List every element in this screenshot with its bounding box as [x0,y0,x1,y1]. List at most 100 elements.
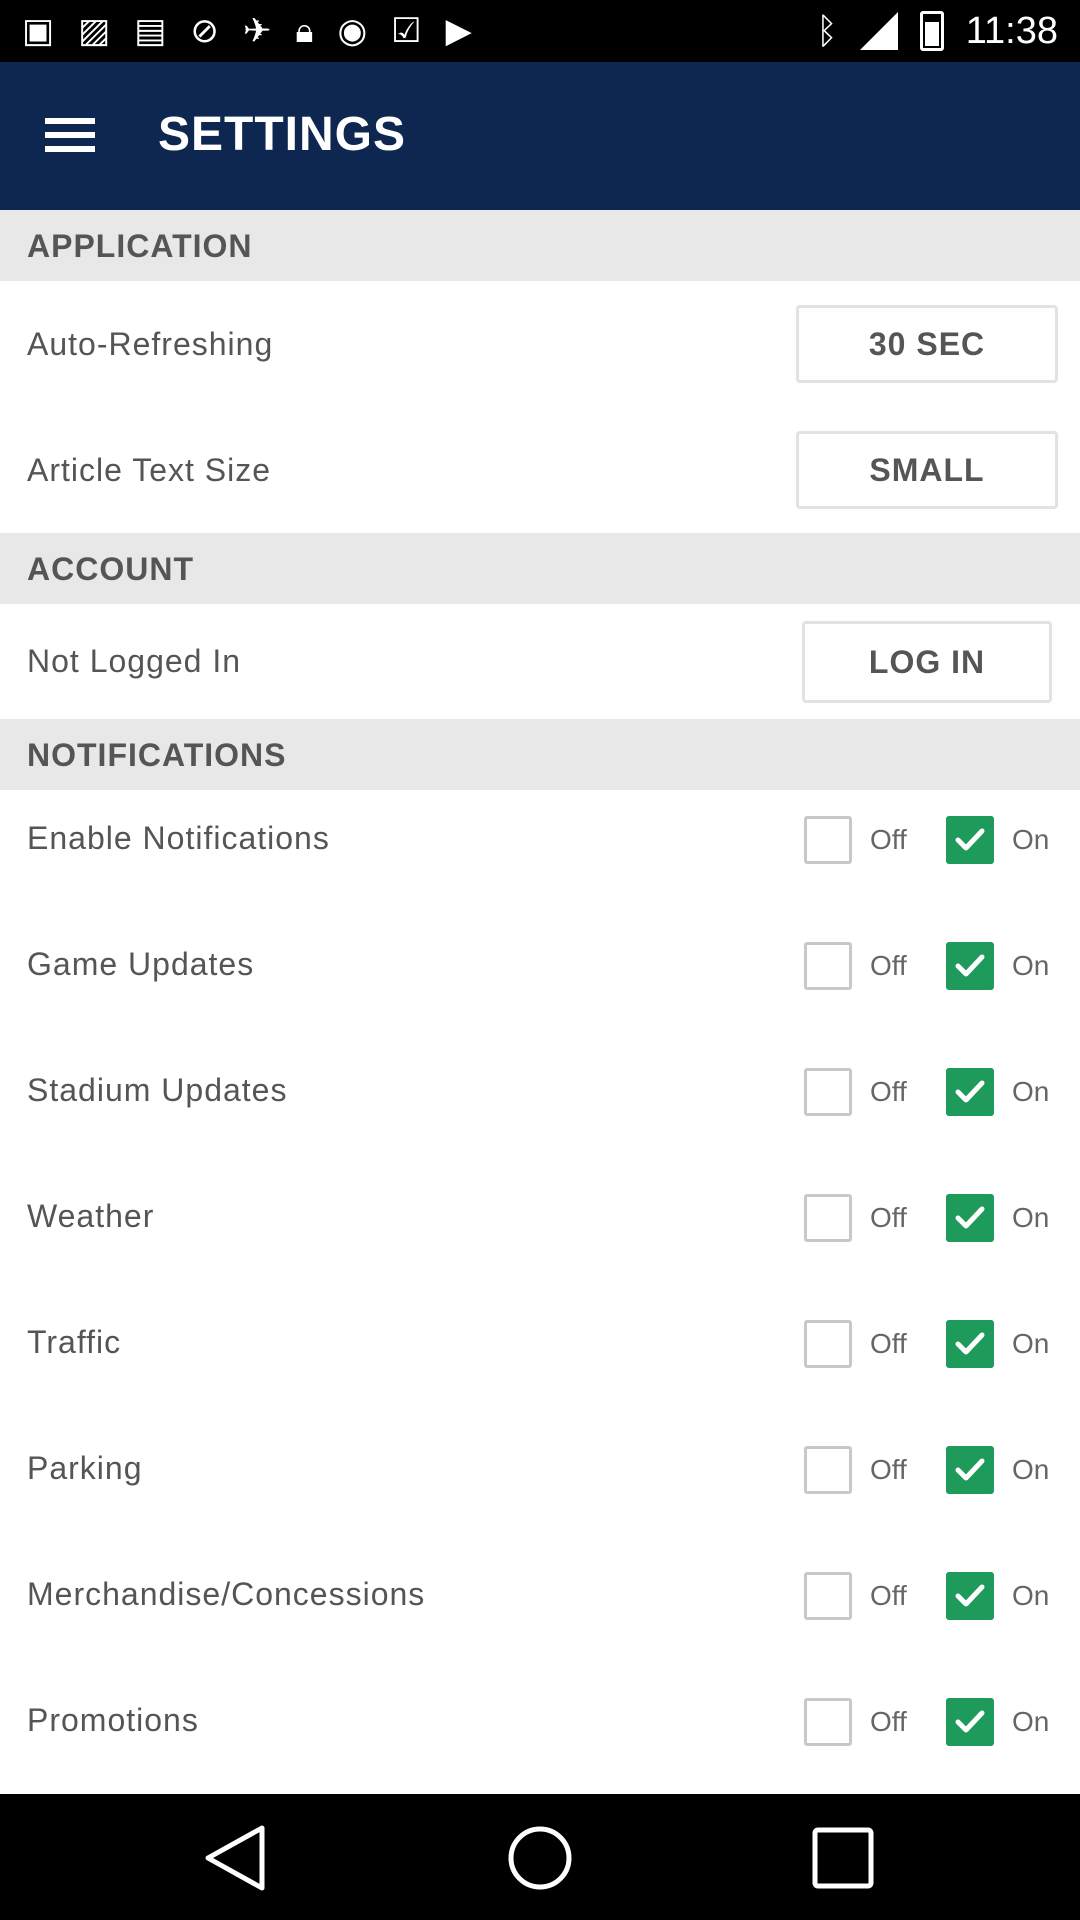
checkbox-box[interactable] [804,942,852,990]
notification-label: Enable Notifications [27,820,330,856]
signal-icon [859,12,898,50]
off-checkbox[interactable]: Off [804,1698,907,1746]
auto-refreshing-button[interactable]: 30 SEC [796,305,1058,383]
on-label: On [1012,824,1050,855]
off-label: Off [870,1076,907,1107]
status-bar: ▣ ▨ ▤ ⊘ ✈ 🔒︎ ◉ ☑ ▶ ᛒ 11:38 [0,0,1080,62]
off-label: Off [870,1454,907,1485]
off-label: Off [870,1706,907,1737]
checkbox-box[interactable] [804,1572,852,1620]
off-label: Off [870,1202,907,1233]
checkmark-icon [955,1458,985,1481]
checkbox-box[interactable] [804,1068,852,1116]
navigation-bar [0,1794,1080,1920]
bluetooth-icon: ᛒ [816,10,838,51]
notification-icons: ▣ ▨ ▤ ⊘ ✈ 🔒︎ ◉ ☑ ▶ [22,8,472,54]
on-label: On [1012,1076,1050,1107]
app-bar: SETTINGS [0,62,1080,210]
on-checkbox[interactable]: On [946,1068,1049,1116]
notification-row: Parking Off On [0,1430,1080,1556]
disabled-icon: ⊘ [190,12,219,50]
checkbox-box[interactable] [946,1698,994,1746]
notification-row: Weather Off On [0,1178,1080,1304]
recents-icon[interactable] [807,1822,879,1894]
status-time: 11:38 [965,9,1058,52]
article-text-size-label: Article Text Size [27,452,272,488]
on-checkbox[interactable]: On [946,1698,1049,1746]
notification-label: Traffic [27,1324,122,1360]
article-text-size-button[interactable]: SMALL [796,431,1058,509]
log-in-button[interactable]: LOG IN [802,621,1052,703]
on-checkbox[interactable]: On [946,1194,1049,1242]
menu-icon[interactable] [42,112,98,160]
checkmark-icon [955,1206,985,1229]
checkmark-icon [955,1080,985,1103]
on-label: On [1012,1706,1050,1737]
bag-icon: ▶ [445,12,472,50]
checkbox-box[interactable] [804,1194,852,1242]
section-title: APPLICATION [27,228,253,264]
message-icon: ▤ [134,12,167,50]
notification-label: Weather [27,1198,155,1234]
checkbox-box[interactable] [946,816,994,864]
section-header-notifications: NOTIFICATIONS [0,719,1080,790]
off-label: Off [870,1328,907,1359]
on-checkbox[interactable]: On [946,1572,1049,1620]
section-title: ACCOUNT [27,551,194,587]
on-checkbox[interactable]: On [946,942,1049,990]
checkbox-box[interactable] [804,1446,852,1494]
home-icon[interactable] [504,1822,576,1894]
checkbox-box[interactable] [946,1068,994,1116]
app-icon: ▣ [22,12,55,50]
checkbox-box[interactable] [946,942,994,990]
checkbox-box[interactable] [804,1320,852,1368]
on-label: On [1012,1454,1050,1485]
notification-label: Stadium Updates [27,1072,288,1108]
notification-label: Parking [27,1450,143,1486]
section-header-account: ACCOUNT [0,533,1080,604]
photo-icon: ▨ [78,12,111,50]
notification-row: Stadium Updates Off On [0,1052,1080,1178]
on-checkbox[interactable]: On [946,1446,1049,1494]
notification-label: Promotions [27,1702,199,1738]
notification-label: Merchandise/Concessions [27,1576,426,1612]
notification-row: Game Updates Off On [0,926,1080,1052]
checkmark-icon [955,954,985,977]
off-checkbox[interactable]: Off [804,816,907,864]
on-label: On [1012,1580,1050,1611]
checkbox-box[interactable] [946,1446,994,1494]
off-checkbox[interactable]: Off [804,1446,907,1494]
back-icon[interactable] [200,1822,272,1894]
page-title: SETTINGS [158,108,407,161]
notification-row: Promotions Off On [0,1682,1080,1808]
battery-icon [919,11,944,51]
checkbox-box[interactable] [946,1572,994,1620]
off-checkbox[interactable]: Off [804,942,907,990]
section-header-application: APPLICATION [0,210,1080,281]
off-label: Off [870,824,907,855]
off-checkbox[interactable]: Off [804,1320,907,1368]
notification-label: Game Updates [27,946,255,982]
on-label: On [1012,950,1050,981]
on-checkbox[interactable]: On [946,816,1049,864]
checkbox-box[interactable] [946,1194,994,1242]
off-checkbox[interactable]: Off [804,1194,907,1242]
checkmark-icon [955,828,985,851]
checkmark-icon [955,1584,985,1607]
on-checkbox[interactable]: On [946,1320,1049,1368]
notification-row: Enable Notifications Off On [0,800,1080,926]
checkmark-icon [955,1332,985,1355]
lock-icon: 🔒︎ [295,12,314,50]
on-label: On [1012,1328,1050,1359]
notification-row: Traffic Off On [0,1304,1080,1430]
satellite-icon: ✈ [242,12,272,50]
off-label: Off [870,1580,907,1611]
off-checkbox[interactable]: Off [804,1572,907,1620]
section-title: NOTIFICATIONS [27,737,287,773]
checkmark-icon [955,1710,985,1733]
check-icon: ☑ [391,12,422,50]
checkbox-box[interactable] [804,1698,852,1746]
off-checkbox[interactable]: Off [804,1068,907,1116]
checkbox-box[interactable] [804,816,852,864]
checkbox-box[interactable] [946,1320,994,1368]
